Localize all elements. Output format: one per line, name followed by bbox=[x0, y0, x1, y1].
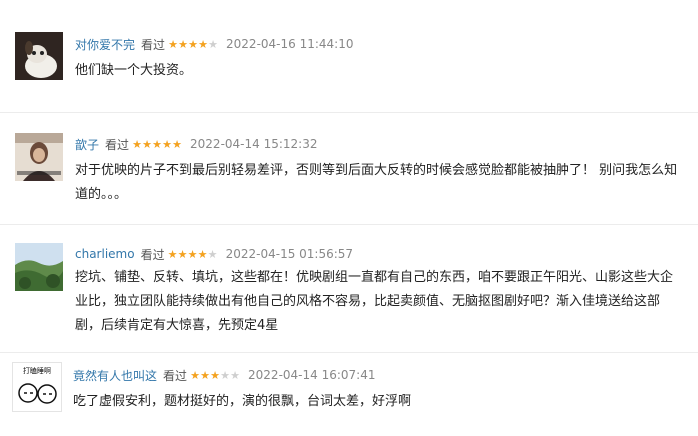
comment-text: 对于优映的片子不到最后别轻易差评，否则等到后面大反转的时候会感觉脸都能被抽肿了！… bbox=[75, 163, 678, 202]
username-link[interactable]: 对你爱不完 bbox=[75, 36, 135, 53]
star-empty-icon: ★ bbox=[208, 37, 218, 51]
star-filled-icon: ★ bbox=[210, 368, 220, 382]
watch-status: 看过 bbox=[140, 247, 165, 262]
star-empty-icon: ★ bbox=[220, 368, 230, 382]
comment-time: 2022-04-15 01:56:57 bbox=[225, 247, 354, 261]
star-filled-icon: ★ bbox=[152, 137, 162, 151]
watch-status: 看过 bbox=[141, 37, 166, 52]
landscape-avatar-image bbox=[15, 243, 63, 291]
star-filled-icon: ★ bbox=[132, 137, 142, 151]
comment-meta: charliemo 看过 ★ ★ ★ ★ ★ 2022-04-15 01:56:57 bbox=[75, 244, 353, 264]
comment-text: 吃了虚假安利，题材挺好的，演的很飘，台词太差，好浮啊 bbox=[73, 394, 412, 409]
avatar[interactable] bbox=[15, 32, 63, 80]
watch-status: 看过 bbox=[105, 137, 130, 152]
star-filled-icon: ★ bbox=[198, 37, 208, 51]
watch-status: 看过 bbox=[163, 368, 188, 383]
star-empty-icon: ★ bbox=[230, 368, 240, 382]
star-filled-icon: ★ bbox=[167, 247, 178, 261]
cartoon-avatar-image: 打瞌睡啊 bbox=[13, 363, 61, 411]
divider bbox=[0, 224, 698, 225]
star-filled-icon: ★ bbox=[200, 368, 210, 382]
comment-text: 挖坑、铺垫、反转、填坑，这些都在！优映剧组一直都有自己的东西，咱不要跟正午阳光、… bbox=[75, 270, 674, 333]
avatar[interactable] bbox=[15, 133, 63, 181]
username-link[interactable]: 歆子 bbox=[75, 136, 99, 153]
star-filled-icon: ★ bbox=[177, 247, 188, 261]
comment-meta: 歆子 看过 ★ ★ ★ ★ ★ 2022-04-14 15:12:32 bbox=[75, 134, 317, 154]
star-filled-icon: ★ bbox=[142, 137, 152, 151]
username-link[interactable]: 竟然有人也叫这 bbox=[73, 367, 157, 384]
rating-stars: ★ ★ ★ ★ ★ bbox=[168, 39, 218, 50]
star-filled-icon: ★ bbox=[187, 247, 198, 261]
star-empty-icon: ★ bbox=[207, 247, 218, 261]
star-filled-icon: ★ bbox=[197, 247, 208, 261]
star-filled-icon: ★ bbox=[190, 368, 200, 382]
star-filled-icon: ★ bbox=[178, 37, 188, 51]
rating-stars: ★ ★ ★ ★ ★ bbox=[168, 249, 218, 260]
avatar[interactable]: 打瞌睡啊 bbox=[12, 362, 62, 412]
comment-meta: 对你爱不完 看过 ★ ★ ★ ★ ★ 2022-04-16 11:44:10 bbox=[75, 34, 353, 54]
divider bbox=[0, 112, 698, 113]
star-filled-icon: ★ bbox=[168, 37, 178, 51]
avatar-caption: 打瞌睡啊 bbox=[23, 366, 51, 375]
comment-meta: 竟然有人也叫这 看过 ★ ★ ★ ★ ★ 2022-04-14 16:07:41 bbox=[73, 365, 375, 385]
star-filled-icon: ★ bbox=[172, 137, 182, 151]
rating-stars: ★ ★ ★ ★ ★ bbox=[132, 139, 182, 150]
person-avatar-image bbox=[15, 133, 63, 181]
star-filled-icon: ★ bbox=[188, 37, 198, 51]
rating-stars: ★ ★ ★ ★ ★ bbox=[190, 370, 240, 381]
avatar[interactable] bbox=[15, 243, 63, 291]
comment-text: 他们缺一个大投资。 bbox=[75, 63, 193, 78]
comment-time: 2022-04-16 11:44:10 bbox=[226, 37, 354, 51]
dog-avatar-image bbox=[15, 32, 63, 80]
username-link[interactable]: charliemo bbox=[75, 247, 135, 261]
comment-time: 2022-04-14 15:12:32 bbox=[190, 137, 318, 151]
comment-time: 2022-04-14 16:07:41 bbox=[248, 368, 376, 382]
divider bbox=[0, 352, 698, 353]
star-filled-icon: ★ bbox=[162, 137, 172, 151]
